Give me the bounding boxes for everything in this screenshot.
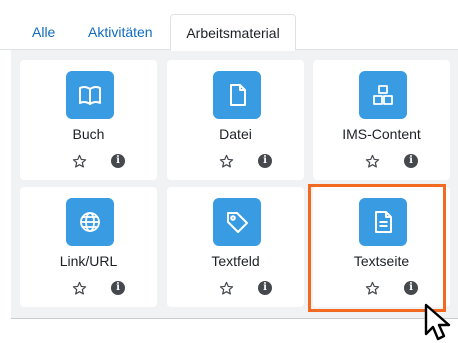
module-card-file[interactable]: Datei i	[167, 60, 304, 180]
info-icon[interactable]: i	[404, 154, 418, 168]
highlight-box	[308, 184, 446, 312]
module-card-book[interactable]: Buch i	[20, 60, 157, 180]
book-icon	[66, 71, 114, 119]
info-icon[interactable]: i	[111, 154, 125, 168]
module-card-label[interactable]: Textfeld i	[167, 187, 304, 307]
panel-bottom-divider	[11, 318, 458, 319]
tab-all[interactable]: Alle	[20, 14, 67, 50]
module-card-url[interactable]: Link/URL i	[20, 187, 157, 307]
module-card-ims-content[interactable]: IMS-Content i	[313, 60, 450, 180]
module-label: Textfeld	[211, 253, 260, 269]
star-icon[interactable]	[219, 281, 234, 296]
info-icon[interactable]: i	[111, 281, 125, 295]
module-label: IMS-Content	[342, 126, 421, 142]
file-icon	[213, 71, 261, 119]
module-label: Link/URL	[59, 253, 118, 269]
star-icon[interactable]	[219, 154, 234, 169]
module-label: Buch	[72, 126, 105, 142]
info-icon[interactable]: i	[258, 281, 272, 295]
tab-resources[interactable]: Arbeitsmaterial	[170, 14, 296, 51]
package-icon	[359, 71, 407, 119]
star-icon[interactable]	[365, 154, 380, 169]
star-icon[interactable]	[72, 154, 87, 169]
mouse-pointer-icon	[424, 303, 451, 341]
tab-activities[interactable]: Aktivitäten	[76, 14, 165, 50]
tag-icon	[213, 198, 261, 246]
module-label: Datei	[219, 126, 252, 142]
info-icon[interactable]: i	[258, 154, 272, 168]
globe-icon	[66, 198, 114, 246]
star-icon[interactable]	[72, 281, 87, 296]
tab-bar: Alle Aktivitäten Arbeitsmaterial	[0, 0, 458, 51]
